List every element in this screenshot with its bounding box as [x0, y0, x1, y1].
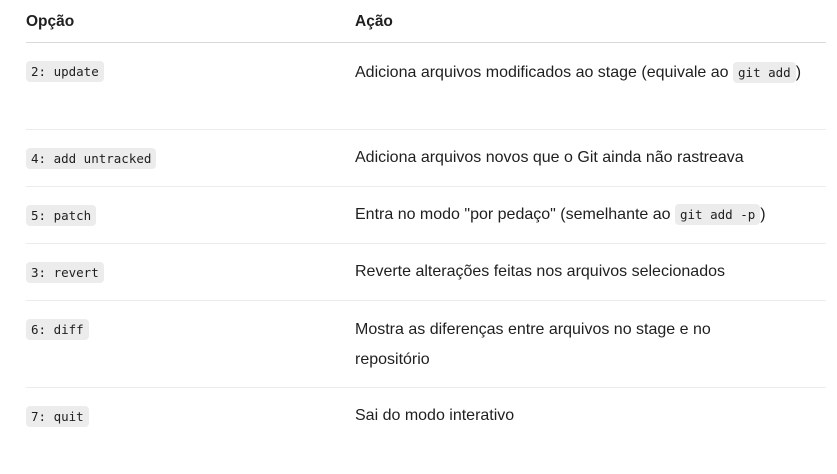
option-code: 4: add untracked: [26, 148, 157, 169]
action-cell: Reverte alterações feitas nos arquivos s…: [355, 257, 825, 287]
header-option: Opção: [26, 13, 75, 30]
option-code: 5: patch: [26, 205, 97, 226]
header-action: Ação: [355, 13, 393, 30]
action-text: Entra no modo "por pedaço" (semelhante a…: [355, 206, 675, 223]
table-row: 2: update Adiciona arquivos modificados …: [26, 43, 826, 130]
option-code: 2: update: [26, 61, 104, 82]
table-row: 5: patch Entra no modo "por pedaço" (sem…: [26, 187, 826, 244]
action-text: Reverte alterações feitas nos arquivos s…: [355, 263, 725, 280]
action-cell: Mostra as diferenças entre arquivos no s…: [355, 315, 775, 375]
inline-code: git add: [733, 62, 796, 83]
table-header: Opção Ação: [26, 0, 826, 43]
action-cell: Adiciona arquivos novos que o Git ainda …: [355, 143, 825, 173]
action-cell: Adiciona arquivos modificados ao stage (…: [355, 58, 825, 88]
action-cell: Sai do modo interativo: [355, 401, 825, 431]
table-row: 6: diff Mostra as diferenças entre arqui…: [26, 301, 826, 388]
action-text: Adiciona arquivos modificados ao stage (…: [355, 64, 734, 81]
action-text: Mostra as diferenças entre arquivos no s…: [355, 321, 711, 368]
option-code: 7: quit: [26, 406, 89, 427]
action-suffix: ): [795, 64, 802, 81]
table-row: 7: quit Sai do modo interativo: [26, 388, 826, 444]
inline-code: git add -p: [675, 204, 761, 225]
action-text: Sai do modo interativo: [355, 407, 515, 424]
option-code: 6: diff: [26, 319, 89, 340]
action-cell: Entra no modo "por pedaço" (semelhante a…: [355, 200, 825, 230]
options-table: Opção Ação 2: update Adiciona arquivos m…: [26, 0, 826, 444]
table-row: 3: revert Reverte alterações feitas nos …: [26, 244, 826, 301]
option-code: 3: revert: [26, 262, 104, 283]
action-suffix: ): [760, 206, 766, 223]
table-row: 4: add untracked Adiciona arquivos novos…: [26, 130, 826, 187]
action-text: Adiciona arquivos novos que o Git ainda …: [355, 149, 744, 166]
